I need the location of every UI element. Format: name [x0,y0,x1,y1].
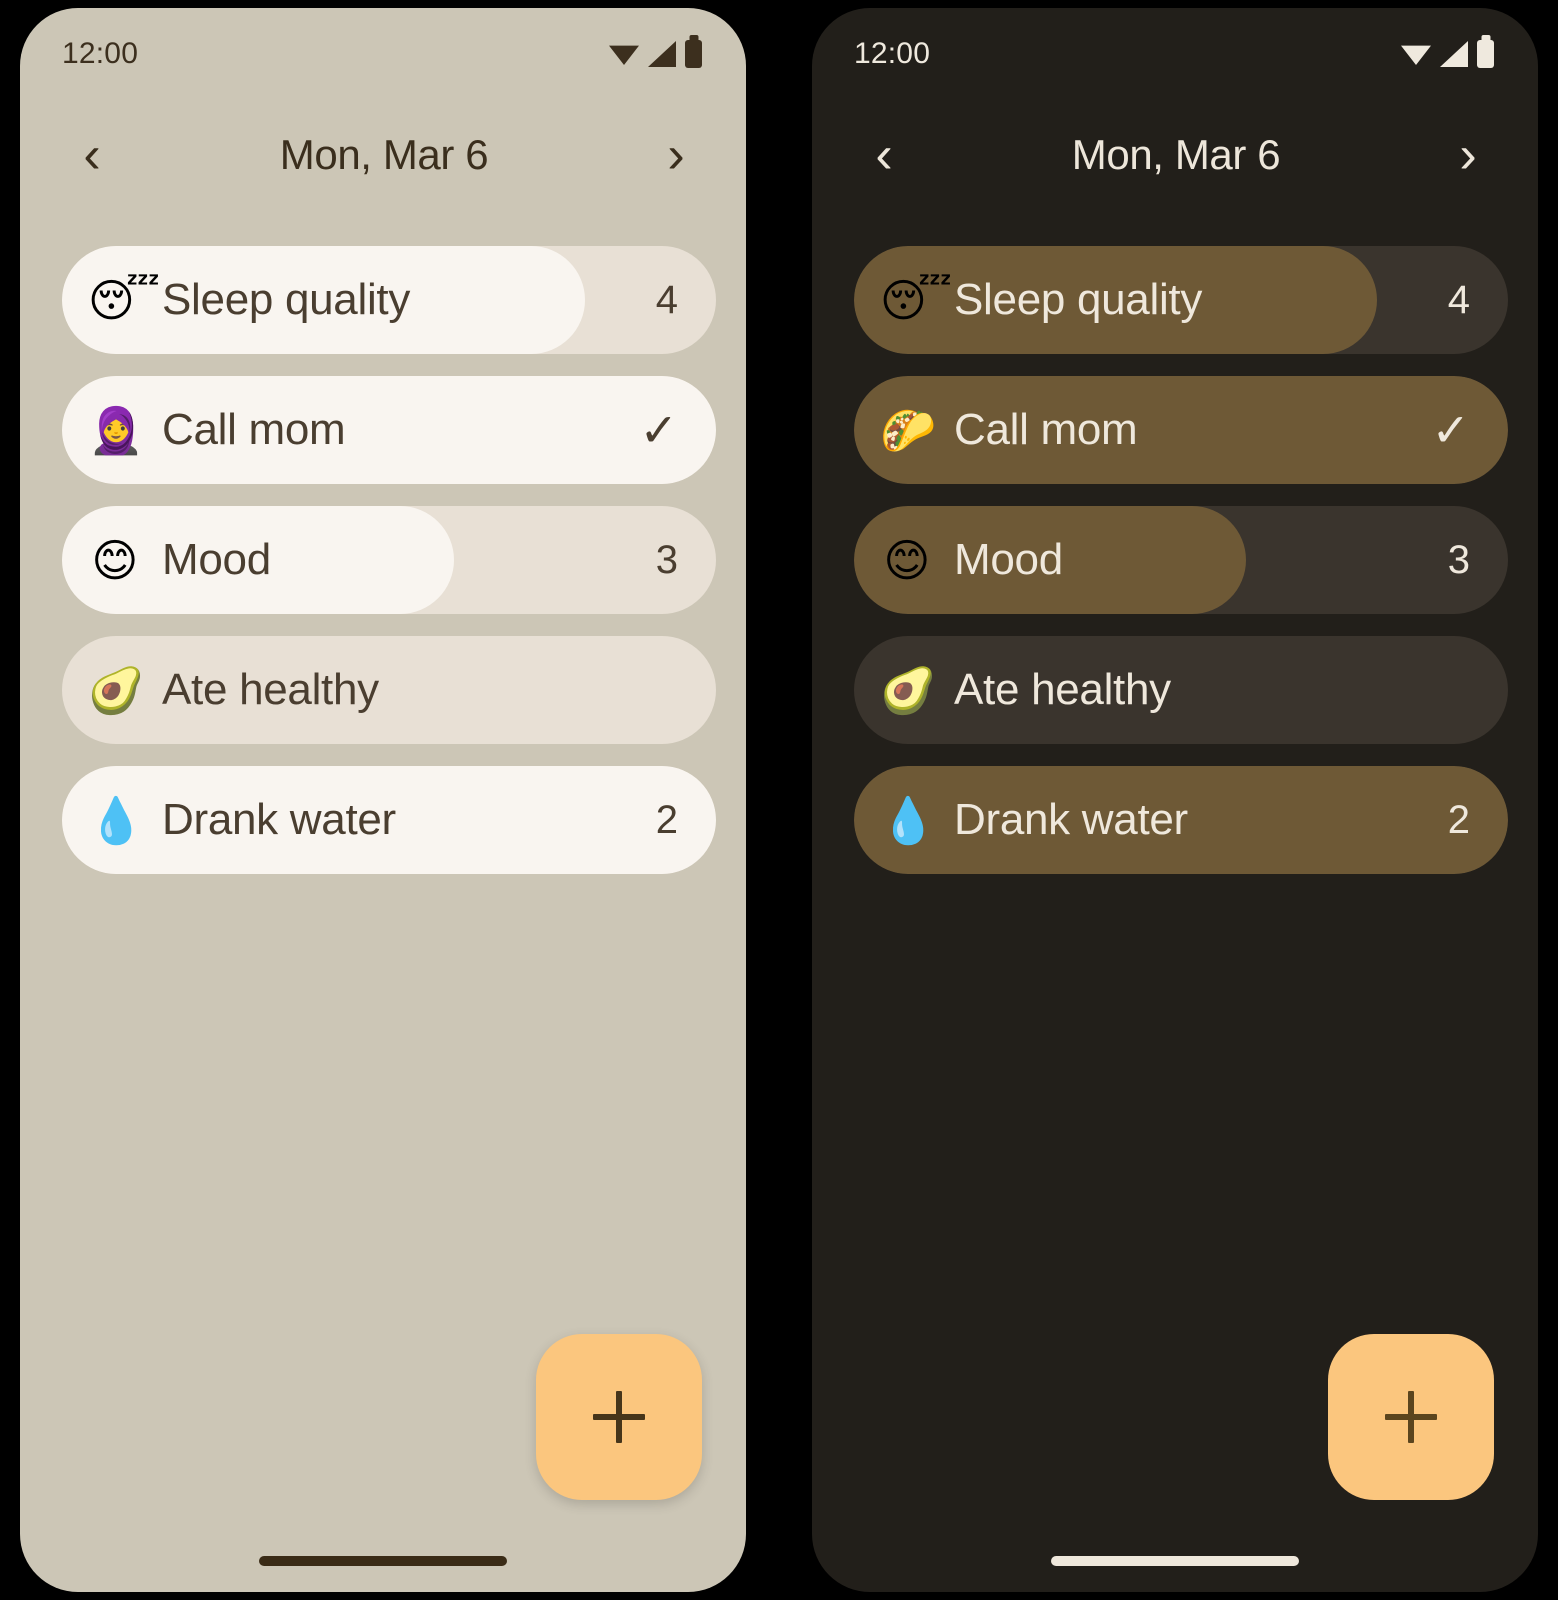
taco-emoji: 🌮 [880,403,937,457]
page-title: Mon, Mar 6 [1071,131,1281,178]
avocado-emoji: 🥑 [88,663,145,717]
habit-content: 😴 Sleep quality 4 [62,246,716,354]
habit-row-ate-healthy[interactable]: 🥑 Ate healthy [62,636,716,744]
previous-day-button[interactable]: ‹ [66,129,118,181]
habit-label: Sleep quality [162,275,411,324]
droplet-emoji: 💧 [88,793,145,847]
smiling-face-emoji: 😊 [91,533,139,587]
status-bar: 12:00 [812,8,1538,100]
status-bar: 12:00 [20,8,746,100]
habit-row-sleep-quality[interactable]: 😴 Sleep quality 4 [854,246,1508,354]
habit-row-drank-water[interactable]: 💧 Drank water 2 [854,766,1508,874]
check-icon: ✓ [639,404,678,456]
status-bar-icons [1401,40,1494,68]
wifi-icon [1401,45,1431,65]
wifi-icon [609,45,639,65]
habit-content: 😊 Mood 3 [854,506,1508,614]
habit-value: 2 [655,797,678,842]
habit-label: Ate healthy [162,665,379,714]
status-bar-clock: 12:00 [854,37,931,70]
plus-icon [593,1391,645,1443]
habit-row-sleep-quality[interactable]: 😴 Sleep quality 4 [62,246,716,354]
smiling-face-emoji: 😊 [883,533,931,587]
sleeping-face-emoji: 😴 [88,273,161,327]
habit-label: Call mom [954,405,1138,454]
habit-list: 😴 Sleep quality 4 🌮 Call mom ✓ 😊 Mood 3 … [812,210,1538,874]
habit-label: Mood [162,535,271,584]
habit-content: 😴 Sleep quality 4 [854,246,1508,354]
signal-icon [1440,41,1468,67]
previous-day-button[interactable]: ‹ [858,129,910,181]
habit-label: Ate healthy [954,665,1171,714]
habit-value: 3 [1447,537,1470,582]
woman-with-headscarf-emoji: 🧕 [88,403,145,457]
phone-light-theme: 12:00 ‹ Mon, Mar 6 › 😴 Sleep quality 4 🧕… [20,8,746,1592]
gesture-bar[interactable] [1051,1556,1299,1566]
habit-row-ate-healthy[interactable]: 🥑 Ate healthy [854,636,1508,744]
droplet-emoji: 💧 [880,793,937,847]
habit-content: 💧 Drank water 2 [854,766,1508,874]
habit-value: 4 [1447,277,1470,322]
date-header: ‹ Mon, Mar 6 › [812,100,1538,210]
battery-icon [685,40,702,68]
habit-row-call-mom[interactable]: 🧕 Call mom ✓ [62,376,716,484]
sleeping-face-emoji: 😴 [880,273,953,327]
habit-content: 💧 Drank water 2 [62,766,716,874]
habit-content: 🥑 Ate healthy [854,636,1508,744]
check-icon: ✓ [1431,404,1470,456]
next-day-button[interactable]: › [1442,129,1494,181]
habit-label: Call mom [162,405,346,454]
add-habit-button[interactable] [536,1334,702,1500]
habit-row-mood[interactable]: 😊 Mood 3 [62,506,716,614]
habit-label: Drank water [954,795,1188,844]
habit-content: 🧕 Call mom ✓ [62,376,716,484]
plus-icon [1385,1391,1437,1443]
habit-label: Drank water [162,795,396,844]
habit-content: 😊 Mood 3 [62,506,716,614]
phone-dark-theme: 12:00 ‹ Mon, Mar 6 › 😴 Sleep quality 4 🌮… [812,8,1538,1592]
habit-row-call-mom[interactable]: 🌮 Call mom ✓ [854,376,1508,484]
habit-label: Mood [954,535,1063,584]
status-bar-icons [609,40,702,68]
gesture-bar[interactable] [259,1556,507,1566]
battery-icon [1477,40,1494,68]
habit-list: 😴 Sleep quality 4 🧕 Call mom ✓ 😊 Mood 3 … [20,210,746,874]
habit-value: 3 [655,537,678,582]
habit-value: 2 [1447,797,1470,842]
date-header: ‹ Mon, Mar 6 › [20,100,746,210]
habit-value: 4 [655,277,678,322]
next-day-button[interactable]: › [650,129,702,181]
add-habit-button[interactable] [1328,1334,1494,1500]
avocado-emoji: 🥑 [880,663,937,717]
page-title: Mon, Mar 6 [279,131,489,178]
habit-row-mood[interactable]: 😊 Mood 3 [854,506,1508,614]
habit-row-drank-water[interactable]: 💧 Drank water 2 [62,766,716,874]
habit-content: 🌮 Call mom ✓ [854,376,1508,484]
signal-icon [648,41,676,67]
habit-label: Sleep quality [954,275,1203,324]
habit-content: 🥑 Ate healthy [62,636,716,744]
screenshot-stage: 12:00 ‹ Mon, Mar 6 › 😴 Sleep quality 4 🧕… [0,0,1558,1600]
status-bar-clock: 12:00 [62,37,139,70]
